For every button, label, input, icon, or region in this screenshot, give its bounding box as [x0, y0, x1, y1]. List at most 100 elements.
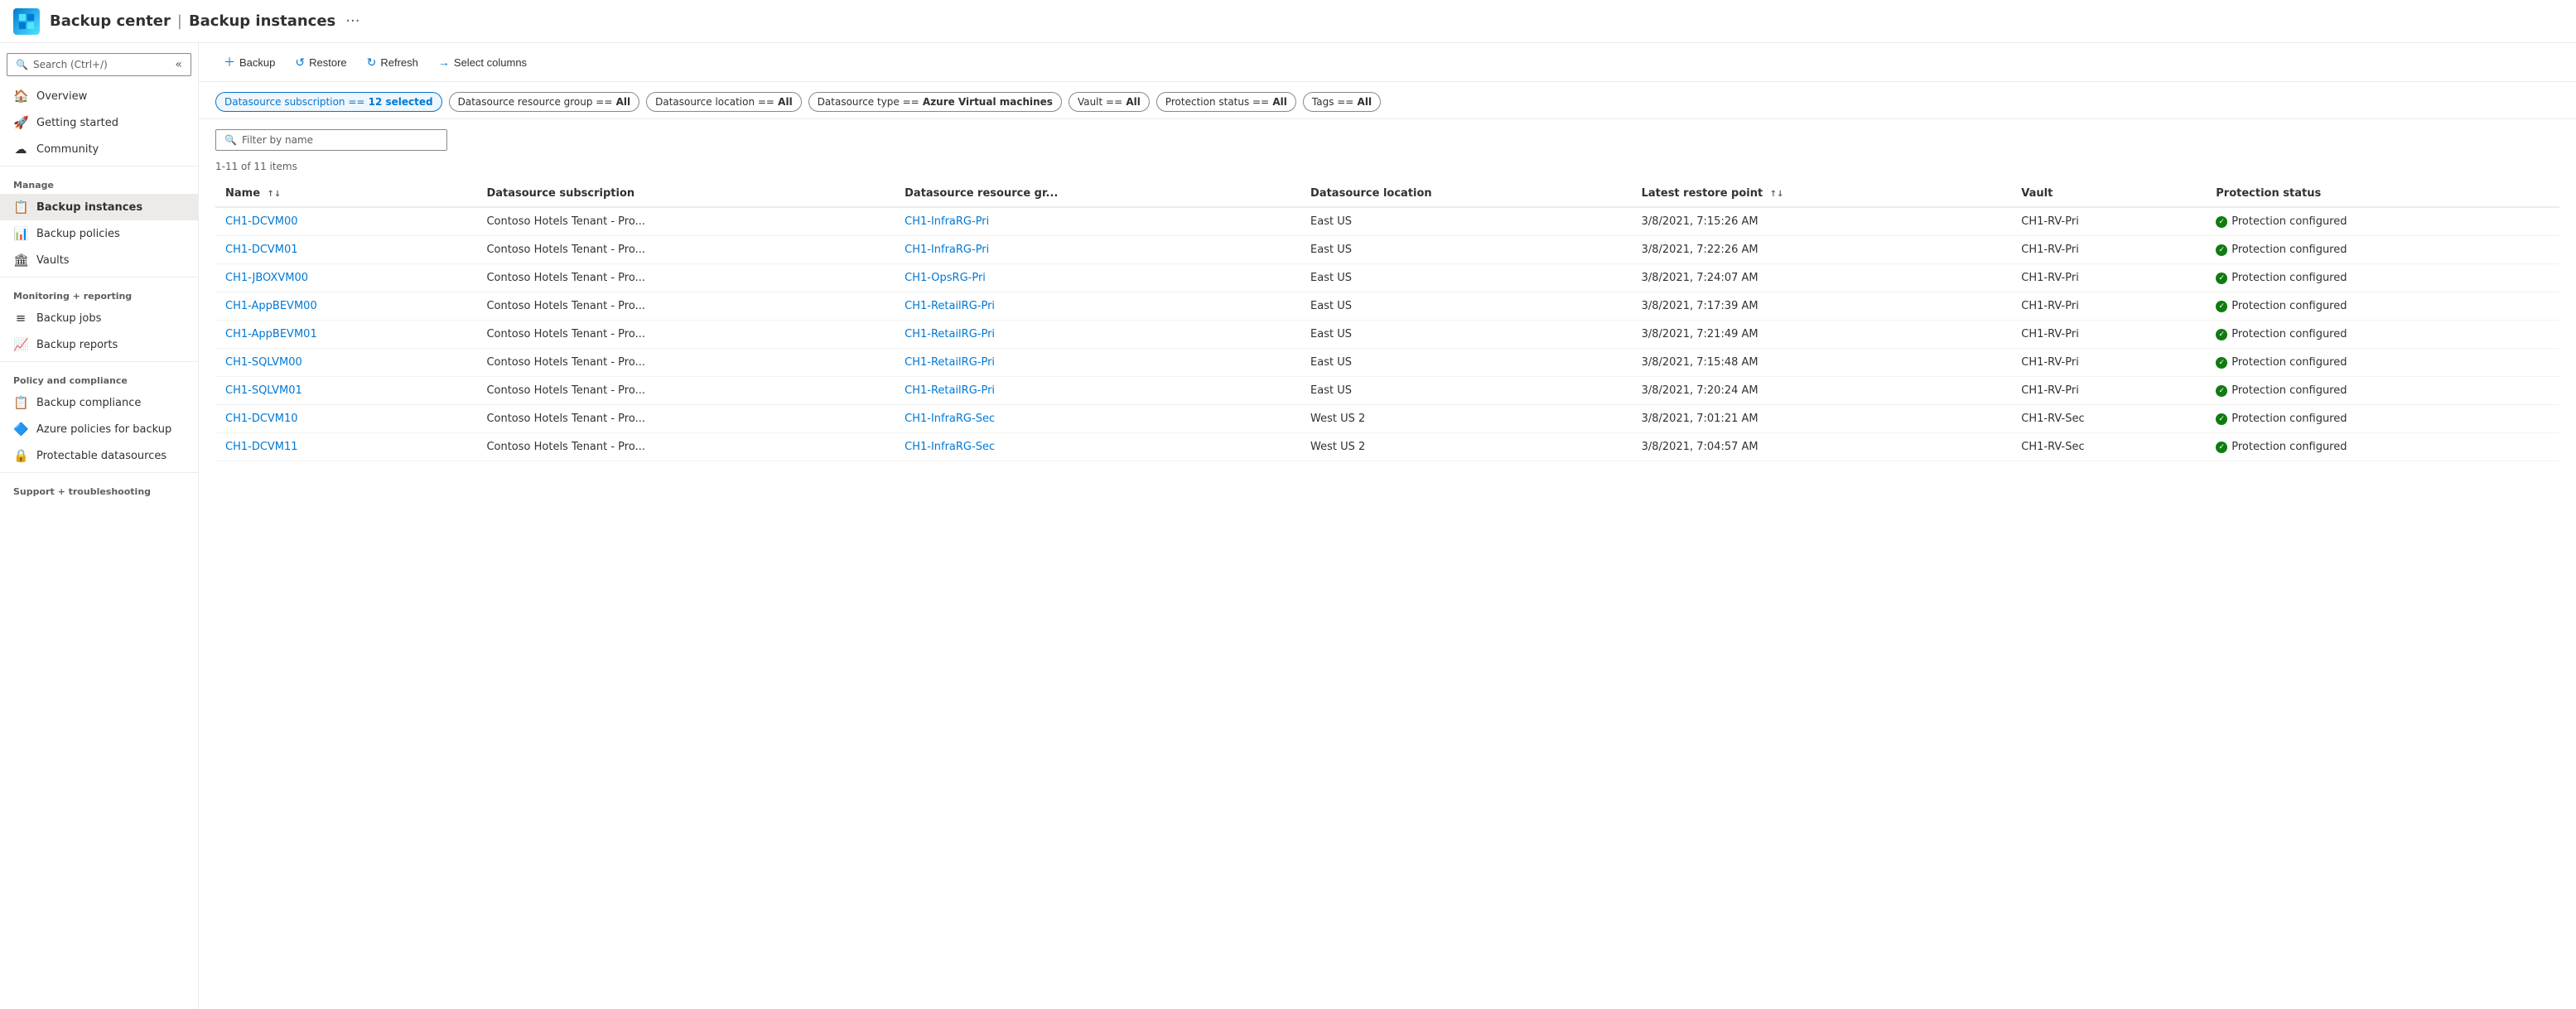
refresh-label: Refresh — [380, 56, 418, 69]
filter-protection-status[interactable]: Protection status == All — [1156, 92, 1296, 112]
sidebar-item-backup-compliance[interactable]: 📋 Backup compliance — [0, 389, 198, 416]
filter-datasource-subscription[interactable]: Datasource subscription == 12 selected — [215, 92, 442, 112]
status-label: Protection configured — [2231, 328, 2347, 340]
status-icon — [2216, 301, 2227, 312]
status-icon — [2216, 413, 2227, 425]
cell-resource-group[interactable]: CH1-RetailRG-Pri — [895, 349, 1300, 377]
sidebar-item-backup-policies[interactable]: 📊 Backup policies — [0, 220, 198, 247]
cell-vault: CH1-RV-Pri — [2011, 349, 2206, 377]
cell-name[interactable]: CH1-DCVM01 — [215, 236, 476, 264]
vaults-icon: 🏛 — [13, 253, 28, 268]
sidebar-item-backup-reports[interactable]: 📈 Backup reports — [0, 331, 198, 358]
sidebar-item-protectable-datasources[interactable]: 🔒 Protectable datasources — [0, 442, 198, 469]
status-label: Protection configured — [2231, 272, 2347, 284]
collapse-button[interactable]: « — [175, 58, 182, 71]
sidebar-item-vaults[interactable]: 🏛 Vaults — [0, 247, 198, 273]
status-label: Protection configured — [2231, 413, 2347, 425]
cell-restore-point: 3/8/2021, 7:01:21 AM — [1632, 405, 2012, 433]
sidebar-item-overview[interactable]: 🏠 Overview — [0, 83, 198, 109]
sidebar-section-monitoring: Monitoring + reporting — [0, 281, 198, 305]
cell-name[interactable]: CH1-SQLVM01 — [215, 377, 476, 405]
refresh-icon: ↻ — [367, 56, 377, 70]
cell-protection-status: Protection configured — [2206, 236, 2559, 264]
cell-resource-group[interactable]: CH1-OpsRG-Pri — [895, 264, 1300, 292]
backup-button[interactable]: ＋ Backup — [215, 50, 283, 75]
sidebar-divider-3 — [0, 361, 198, 362]
sidebar-item-backup-instances[interactable]: 📋 Backup instances — [0, 194, 198, 220]
filter-datasource-location[interactable]: Datasource location == All — [646, 92, 802, 112]
sidebar-item-getting-started[interactable]: 🚀 Getting started — [0, 109, 198, 136]
status-label: Protection configured — [2231, 441, 2347, 453]
cell-name[interactable]: CH1-DCVM10 — [215, 405, 476, 433]
app-header: Backup center | Backup instances ··· — [0, 0, 2576, 43]
cell-vault: CH1-RV-Pri — [2011, 264, 2206, 292]
filter-datasource-resource-group[interactable]: Datasource resource group == All — [449, 92, 640, 112]
col-name[interactable]: Name ↑↓ — [215, 181, 476, 207]
restore-point-sort-icon[interactable]: ↑↓ — [1770, 190, 1784, 199]
cell-vault: CH1-RV-Pri — [2011, 377, 2206, 405]
cell-subscription: Contoso Hotels Tenant - Pro... — [476, 321, 895, 349]
name-sort-icon[interactable]: ↑↓ — [268, 190, 282, 199]
table-row[interactable]: CH1-SQLVM00 Contoso Hotels Tenant - Pro.… — [215, 349, 2559, 377]
title-separator: | — [177, 12, 182, 30]
table-row[interactable]: CH1-AppBEVM01 Contoso Hotels Tenant - Pr… — [215, 321, 2559, 349]
table-row[interactable]: CH1-SQLVM01 Contoso Hotels Tenant - Pro.… — [215, 377, 2559, 405]
items-count: 1-11 of 11 items — [215, 161, 2559, 172]
col-restore-point[interactable]: Latest restore point ↑↓ — [1632, 181, 2012, 207]
table-row[interactable]: CH1-DCVM11 Contoso Hotels Tenant - Pro..… — [215, 433, 2559, 461]
cell-protection-status: Protection configured — [2206, 433, 2559, 461]
cell-resource-group[interactable]: CH1-RetailRG-Pri — [895, 292, 1300, 321]
sidebar-item-backup-jobs[interactable]: ≡ Backup jobs — [0, 305, 198, 331]
sidebar-search[interactable]: 🔍 Search (Ctrl+/) « — [7, 53, 191, 76]
table-row[interactable]: CH1-JBOXVM00 Contoso Hotels Tenant - Pro… — [215, 264, 2559, 292]
cell-protection-status: Protection configured — [2206, 264, 2559, 292]
filter-datasource-type[interactable]: Datasource type == Azure Virtual machine… — [808, 92, 1062, 112]
restore-button[interactable]: ↺ Restore — [287, 51, 355, 74]
cell-name[interactable]: CH1-AppBEVM00 — [215, 292, 476, 321]
cell-name[interactable]: CH1-DCVM11 — [215, 433, 476, 461]
getting-started-icon: 🚀 — [13, 115, 28, 130]
status-icon — [2216, 329, 2227, 340]
cell-resource-group[interactable]: CH1-InfraRG-Pri — [895, 207, 1300, 236]
cell-name[interactable]: CH1-SQLVM00 — [215, 349, 476, 377]
table-row[interactable]: CH1-DCVM10 Contoso Hotels Tenant - Pro..… — [215, 405, 2559, 433]
cell-name[interactable]: CH1-DCVM00 — [215, 207, 476, 236]
sidebar-item-overview-label: Overview — [36, 90, 87, 103]
cell-location: West US 2 — [1300, 433, 1632, 461]
status-label: Protection configured — [2231, 300, 2347, 312]
cell-resource-group[interactable]: CH1-InfraRG-Sec — [895, 405, 1300, 433]
cell-restore-point: 3/8/2021, 7:21:49 AM — [1632, 321, 2012, 349]
cell-name[interactable]: CH1-JBOXVM00 — [215, 264, 476, 292]
table-body: CH1-DCVM00 Contoso Hotels Tenant - Pro..… — [215, 207, 2559, 461]
cell-restore-point: 3/8/2021, 7:04:57 AM — [1632, 433, 2012, 461]
filter-vault[interactable]: Vault == All — [1069, 92, 1150, 112]
cell-resource-group[interactable]: CH1-InfraRG-Sec — [895, 433, 1300, 461]
cell-subscription: Contoso Hotels Tenant - Pro... — [476, 405, 895, 433]
status-icon — [2216, 442, 2227, 453]
cell-location: East US — [1300, 264, 1632, 292]
cell-vault: CH1-RV-Pri — [2011, 207, 2206, 236]
cell-resource-group[interactable]: CH1-InfraRG-Pri — [895, 236, 1300, 264]
sidebar-item-azure-policies[interactable]: 🔷 Azure policies for backup — [0, 416, 198, 442]
sidebar-section-manage: Manage — [0, 170, 198, 194]
table-row[interactable]: CH1-DCVM00 Contoso Hotels Tenant - Pro..… — [215, 207, 2559, 236]
select-columns-icon: → — [438, 56, 450, 69]
filter-tags[interactable]: Tags == All — [1303, 92, 1381, 112]
cell-resource-group[interactable]: CH1-RetailRG-Pri — [895, 321, 1300, 349]
table-row[interactable]: CH1-AppBEVM00 Contoso Hotels Tenant - Pr… — [215, 292, 2559, 321]
restore-label: Restore — [309, 56, 347, 69]
content-area: ＋ Backup ↺ Restore ↻ Refresh → Select co… — [199, 43, 2576, 1009]
select-columns-button[interactable]: → Select columns — [430, 51, 535, 73]
filter-placeholder: Filter by name — [242, 134, 313, 146]
refresh-button[interactable]: ↻ Refresh — [359, 51, 427, 74]
status-icon — [2216, 357, 2227, 369]
status-icon — [2216, 244, 2227, 256]
filter-by-name-input[interactable]: 🔍 Filter by name — [215, 129, 447, 151]
cell-resource-group[interactable]: CH1-RetailRG-Pri — [895, 377, 1300, 405]
sidebar-item-community[interactable]: ☁ Community — [0, 136, 198, 162]
table-row[interactable]: CH1-DCVM01 Contoso Hotels Tenant - Pro..… — [215, 236, 2559, 264]
more-options-button[interactable]: ··· — [345, 12, 359, 30]
cell-location: East US — [1300, 377, 1632, 405]
cell-name[interactable]: CH1-AppBEVM01 — [215, 321, 476, 349]
select-columns-label: Select columns — [454, 56, 527, 69]
